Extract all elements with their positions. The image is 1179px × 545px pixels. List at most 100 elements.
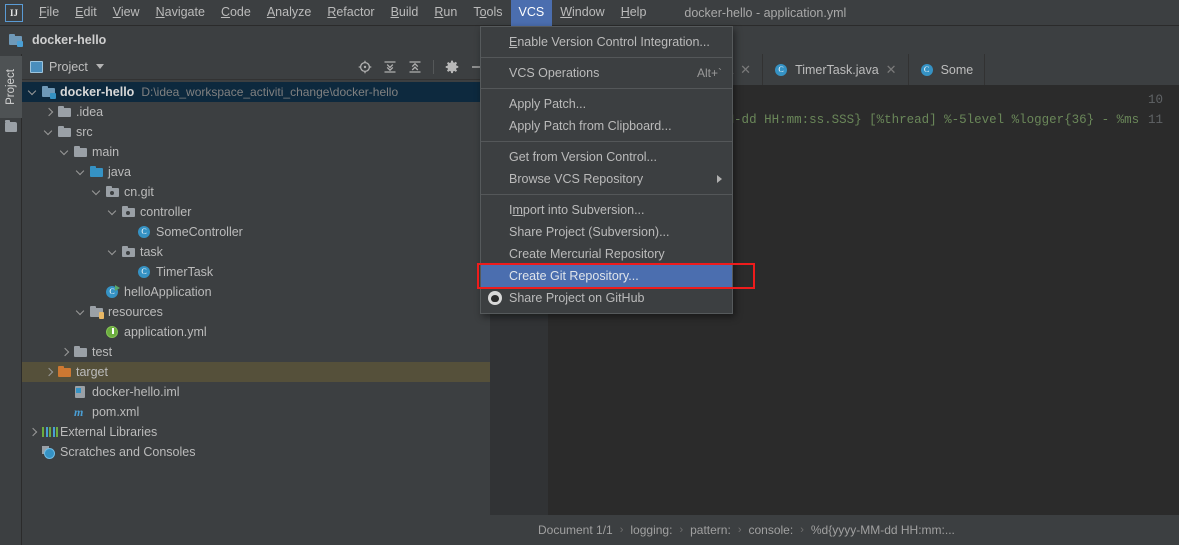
vcs-menu-item-vcs-operations[interactable]: VCS Operations Alt+`: [481, 62, 732, 84]
chevron-right-icon[interactable]: [28, 427, 39, 438]
vcs-menu-item-share-project-subversion[interactable]: Share Project (Subversion)...: [481, 221, 732, 243]
tree-node-main[interactable]: main: [22, 142, 490, 162]
window-title: docker-hello - application.yml: [684, 5, 847, 20]
breadcrumb-item[interactable]: Document 1/1: [538, 523, 613, 537]
tree-node-task[interactable]: task: [22, 242, 490, 262]
menu-navigate[interactable]: Navigate: [148, 0, 213, 26]
breadcrumb-project[interactable]: docker-hello: [8, 33, 106, 47]
editor-tab-timertask-java[interactable]: C TimerTask.java ✕: [763, 54, 909, 85]
java-class-icon: C: [137, 225, 152, 239]
menu-window[interactable]: Window: [552, 0, 612, 26]
breadcrumb-item[interactable]: console:: [748, 523, 793, 537]
close-icon[interactable]: ✕: [886, 63, 897, 76]
menu-help[interactable]: Help: [613, 0, 655, 26]
tree-node-somecontroller[interactable]: C SomeController: [22, 222, 490, 242]
vcs-menu-item-create-mercurial-repository[interactable]: Create Mercurial Repository: [481, 243, 732, 265]
vcs-menu-item-enable-version-control-integration[interactable]: Enable Version Control Integration...: [481, 31, 732, 53]
vcs-menu-item-label: Share Project (Subversion)...: [509, 225, 670, 239]
menu-refactor[interactable]: Refactor: [319, 0, 382, 26]
close-icon[interactable]: ✕: [740, 63, 751, 76]
editor-breadcrumb-bar[interactable]: Document 1/1 › logging: › pattern: › console: ›…: [490, 515, 1179, 545]
project-icon: [30, 60, 43, 73]
collapse-all-icon[interactable]: [408, 60, 422, 74]
menu-edit[interactable]: Edit: [67, 0, 105, 26]
tree-node-resources[interactable]: resources: [22, 302, 490, 322]
tree-node-idea[interactable]: .idea: [22, 102, 490, 122]
tree-node-target[interactable]: target: [22, 362, 490, 382]
chevron-down-icon[interactable]: [28, 87, 39, 98]
github-icon: [488, 291, 502, 305]
module-folder-icon: [41, 85, 56, 99]
chevron-down-icon[interactable]: [108, 207, 119, 218]
vcs-menu-item-create-git-repository[interactable]: Create Git Repository...: [481, 265, 732, 287]
menu-code[interactable]: Code: [213, 0, 259, 26]
chevron-right-icon[interactable]: [44, 107, 55, 118]
menu-file[interactable]: File: [31, 0, 67, 26]
menu-bar: IJ File Edit View Navigate Code Analyze Refact…: [0, 0, 1179, 26]
tree-node-java[interactable]: java: [22, 162, 490, 182]
tree-node-docker-hello-iml[interactable]: docker-hello.iml: [22, 382, 490, 402]
chevron-right-icon[interactable]: [44, 367, 55, 378]
settings-gear-icon[interactable]: [445, 60, 459, 74]
java-class-icon: C: [137, 265, 152, 279]
menu-separator: [481, 57, 732, 58]
locate-icon[interactable]: [358, 60, 372, 74]
menu-vcs[interactable]: VCS: [510, 0, 553, 26]
breadcrumb-item[interactable]: logging:: [630, 523, 672, 537]
vcs-menu-item-browse-vcs-repository[interactable]: Browse VCS Repository: [481, 168, 732, 190]
vcs-menu-item-label: Share Project on GitHub: [509, 291, 645, 305]
chevron-down-icon[interactable]: [108, 247, 119, 258]
menu-run[interactable]: Run: [426, 0, 465, 26]
breadcrumb-item[interactable]: %d{yyyy-MM-dd HH:mm:...: [811, 523, 955, 537]
editor-tab-some[interactable]: C Some: [909, 54, 986, 85]
breadcrumb-item[interactable]: pattern:: [690, 523, 731, 537]
tree-node-helloapplication[interactable]: ChelloApplication: [22, 282, 490, 302]
tree-node-application-yml[interactable]: application.yml: [22, 322, 490, 342]
tree-node-label: External Libraries: [60, 425, 158, 439]
submenu-arrow-icon: [717, 175, 722, 183]
expand-all-icon[interactable]: [383, 60, 397, 74]
tree-node-pom-xml[interactable]: m pom.xml: [22, 402, 490, 422]
menu-separator: [481, 88, 732, 89]
vcs-dropdown-menu[interactable]: Enable Version Control Integration... VCS…: [480, 26, 733, 314]
tree-node-label: docker-hello.iml: [92, 385, 180, 399]
vcs-menu-item-share-project-on-github[interactable]: Share Project on GitHub: [481, 287, 732, 309]
tree-node-scratches-and-consoles[interactable]: Scratches and Consoles: [22, 442, 490, 462]
vcs-menu-item-label: Create Git Repository...: [509, 269, 639, 283]
chevron-down-icon[interactable]: [44, 127, 55, 138]
stripe-tab-project[interactable]: Project: [0, 56, 22, 118]
tree-node-timertask[interactable]: C TimerTask: [22, 262, 490, 282]
tree-node-label: SomeController: [156, 225, 243, 239]
tree-node-external-libraries[interactable]: External Libraries: [22, 422, 490, 442]
vcs-menu-item-import-into-subversion[interactable]: Import into Subversion...: [481, 199, 732, 221]
line-number: 10: [1147, 93, 1163, 107]
chevron-down-icon[interactable]: [92, 187, 103, 198]
folder-icon[interactable]: [5, 120, 17, 132]
intellij-logo-icon: IJ: [5, 3, 23, 22]
chevron-down-icon[interactable]: [60, 147, 71, 158]
chevron-down-icon[interactable]: [76, 167, 87, 178]
tree-node-label: task: [140, 245, 163, 259]
vcs-menu-item-apply-patch[interactable]: Apply Patch...: [481, 93, 732, 115]
tree-node-cn-git[interactable]: cn.git: [22, 182, 490, 202]
menu-build[interactable]: Build: [383, 0, 427, 26]
chevron-right-icon[interactable]: [60, 347, 71, 358]
menu-analyze[interactable]: Analyze: [259, 0, 319, 26]
menu-tools[interactable]: Tools: [465, 0, 510, 26]
tree-node-test[interactable]: test: [22, 342, 490, 362]
scratches-icon: [41, 445, 56, 459]
stripe-tab-project-label: Project: [5, 69, 18, 105]
vcs-menu-item-apply-patch-from-clipboard[interactable]: Apply Patch from Clipboard...: [481, 115, 732, 137]
project-tree[interactable]: docker-hello D:\idea_workspace_activiti_c…: [22, 80, 490, 545]
tree-node-docker-hello[interactable]: docker-hello D:\idea_workspace_activiti_c…: [22, 82, 490, 102]
project-view-selector[interactable]: Project: [30, 60, 104, 74]
tree-node-controller[interactable]: controller: [22, 202, 490, 222]
chevron-down-icon[interactable]: [76, 307, 87, 318]
tree-node-src[interactable]: src: [22, 122, 490, 142]
vcs-menu-item-get-from-version-control[interactable]: Get from Version Control...: [481, 146, 732, 168]
chevron-down-icon[interactable]: [95, 64, 104, 69]
libraries-icon: [41, 425, 58, 439]
menu-view[interactable]: View: [105, 0, 148, 26]
